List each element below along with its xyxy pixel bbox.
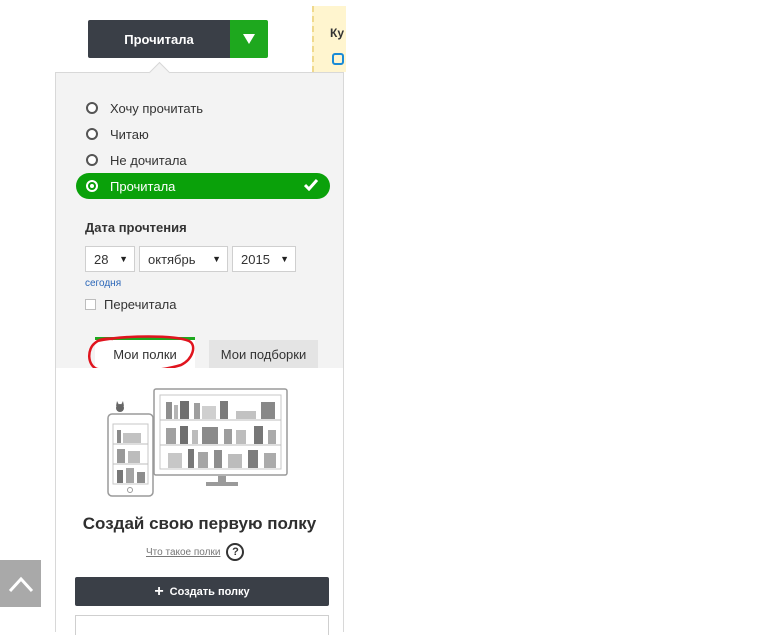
reread-label: Перечитала [104,297,177,312]
year-select[interactable]: 2015 ▼ [232,246,296,272]
reread-checkbox[interactable] [85,299,96,310]
status-option-read[interactable]: Прочитала [76,173,330,199]
day-value: 28 [94,251,109,267]
radio-icon[interactable] [86,102,98,114]
reading-status-label[interactable]: Прочитала [88,20,230,58]
plus-icon: + [154,582,164,600]
caret-down-icon[interactable] [230,20,268,58]
tab-my-collections-label: Мои подборки [220,346,307,362]
secondary-box [75,615,329,635]
scroll-to-top-button[interactable] [0,560,41,607]
read-date-selectors: 28 ▼ октябрь ▼ 2015 ▼ [85,246,296,272]
shelves-illustration [107,388,288,497]
promo-banner: Ку [312,6,346,72]
chevron-up-icon [8,576,33,592]
create-shelf-button[interactable]: + Создать полку [75,577,329,606]
status-option-label: Читаю [110,126,149,142]
today-link[interactable]: сегодня [85,278,121,289]
status-radio-list: Хочу прочитать Читаю Не дочитала Прочита… [76,95,330,199]
tab-my-shelves[interactable]: Мои полки [95,337,195,368]
empty-shelves-title: Создай свою первую полку [82,514,317,533]
dropdown-arrow-icon: ▼ [212,254,221,264]
my-shelves-content: Создай свою первую полку Что такое полки… [56,368,343,635]
tab-my-shelves-label: Мои полки [113,346,177,362]
what-are-shelves-link[interactable]: Что такое полки [146,547,220,558]
status-option-label: Хочу прочитать [110,100,204,116]
reading-status-button[interactable]: Прочитала [88,20,268,58]
tab-my-collections[interactable]: Мои подборки [209,340,318,368]
month-value: октябрь [148,251,196,267]
what-are-shelves: Что такое полки ? [146,543,245,561]
status-option-want-to-read[interactable]: Хочу прочитать [76,95,330,121]
radio-selected-icon[interactable] [86,180,98,192]
status-dropdown-panel: Хочу прочитать Читаю Не дочитала Прочита… [55,61,345,635]
status-option-reading[interactable]: Читаю [76,121,330,147]
month-select[interactable]: октябрь ▼ [139,246,228,272]
radio-icon[interactable] [86,128,98,140]
dropdown-arrow-icon: ▼ [280,254,289,264]
read-date-label: Дата прочтения [85,220,187,235]
reread-option[interactable]: Перечитала [85,297,177,312]
promo-blue-icon [332,53,344,65]
radio-icon[interactable] [86,154,98,166]
create-shelf-label: Создать полку [169,585,250,598]
day-select[interactable]: 28 ▼ [85,246,135,272]
status-option-label: Не дочитала [110,152,187,168]
promo-text: Ку [330,26,344,40]
question-icon[interactable]: ? [226,543,245,561]
status-option-label: Прочитала [110,178,176,194]
status-option-not-finished[interactable]: Не дочитала [76,147,330,173]
dropdown-arrow-icon: ▼ [119,254,128,264]
shelves-tabs: Мои полки Мои подборки [85,335,345,373]
panel-notch [148,61,171,84]
year-value: 2015 [241,251,270,267]
checkmark-icon [303,178,319,194]
